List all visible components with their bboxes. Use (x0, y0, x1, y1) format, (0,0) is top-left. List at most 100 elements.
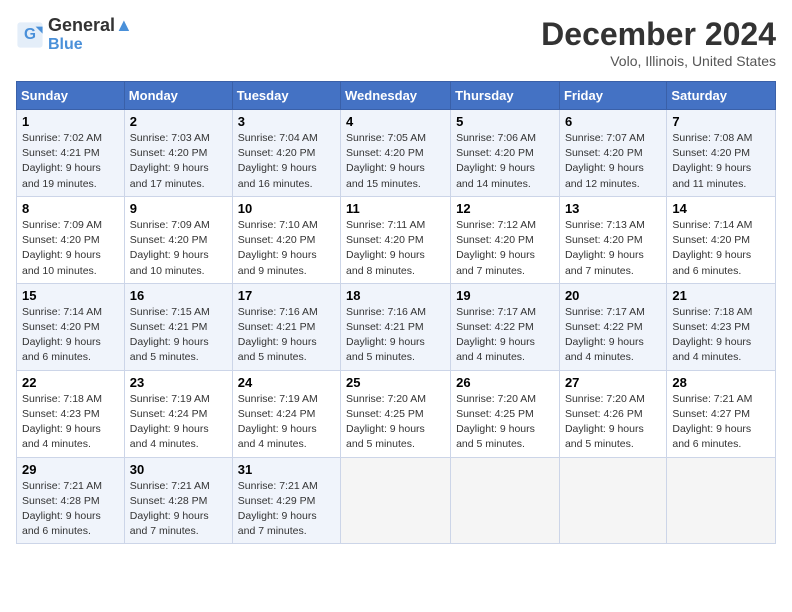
calendar-cell: 21Sunrise: 7:18 AMSunset: 4:23 PMDayligh… (667, 283, 776, 370)
day-number: 18 (346, 288, 445, 303)
day-info: Sunrise: 7:19 AMSunset: 4:24 PMDaylight:… (130, 392, 227, 453)
calendar-cell: 6 Sunrise: 7:07 AMSunset: 4:20 PMDaylight… (559, 110, 666, 197)
day-number: 12 (456, 201, 554, 216)
day-number: 19 (456, 288, 554, 303)
day-info: Sunrise: 7:21 AMSunset: 4:28 PMDaylight:… (130, 479, 227, 540)
day-info: Sunrise: 7:20 AMSunset: 4:25 PMDaylight:… (346, 392, 445, 453)
day-number: 11 (346, 201, 445, 216)
day-info: Sunrise: 7:16 AMSunset: 4:21 PMDaylight:… (346, 305, 445, 366)
day-info: Sunrise: 7:20 AMSunset: 4:25 PMDaylight:… (456, 392, 554, 453)
calendar-cell: 20Sunrise: 7:17 AMSunset: 4:22 PMDayligh… (559, 283, 666, 370)
col-header-sunday: Sunday (17, 82, 125, 110)
calendar-cell: 5 Sunrise: 7:06 AMSunset: 4:20 PMDaylight… (451, 110, 560, 197)
day-info: Sunrise: 7:18 AMSunset: 4:23 PMDaylight:… (22, 392, 119, 453)
calendar-cell: 13 Sunrise: 7:13 AMSunset: 4:20 PMDayligh… (559, 196, 666, 283)
day-number: 26 (456, 375, 554, 390)
calendar-cell: 11 Sunrise: 7:11 AMSunset: 4:20 PMDayligh… (341, 196, 451, 283)
day-number: 9 (130, 201, 227, 216)
header: G General▲ Blue December 2024 Volo, Illi… (16, 16, 776, 69)
day-number: 27 (565, 375, 661, 390)
day-info: Sunrise: 7:15 AMSunset: 4:21 PMDaylight:… (130, 305, 227, 366)
calendar-cell (559, 457, 666, 544)
calendar-cell: 7 Sunrise: 7:08 AMSunset: 4:20 PMDaylight… (667, 110, 776, 197)
day-number: 13 (565, 201, 661, 216)
day-number: 10 (238, 201, 335, 216)
day-number: 6 (565, 114, 661, 129)
day-info: Sunrise: 7:08 AMSunset: 4:20 PMDaylight:… (672, 131, 770, 192)
calendar-cell (451, 457, 560, 544)
calendar-cell: 15Sunrise: 7:14 AMSunset: 4:20 PMDayligh… (17, 283, 125, 370)
day-info: Sunrise: 7:18 AMSunset: 4:23 PMDaylight:… (672, 305, 770, 366)
day-number: 23 (130, 375, 227, 390)
month-title: December 2024 (541, 16, 776, 53)
day-info: Sunrise: 7:17 AMSunset: 4:22 PMDaylight:… (565, 305, 661, 366)
calendar-cell (341, 457, 451, 544)
col-header-saturday: Saturday (667, 82, 776, 110)
day-number: 4 (346, 114, 445, 129)
day-number: 16 (130, 288, 227, 303)
day-number: 1 (22, 114, 119, 129)
day-info: Sunrise: 7:12 AMSunset: 4:20 PMDaylight:… (456, 218, 554, 279)
day-info: Sunrise: 7:05 AMSunset: 4:20 PMDaylight:… (346, 131, 445, 192)
week-row-5: 29 Sunrise: 7:21 AMSunset: 4:28 PMDayligh… (17, 457, 776, 544)
calendar-cell: 27 Sunrise: 7:20 AMSunset: 4:26 PMDayligh… (559, 370, 666, 457)
calendar-table: SundayMondayTuesdayWednesdayThursdayFrid… (16, 81, 776, 544)
day-number: 5 (456, 114, 554, 129)
day-number: 29 (22, 462, 119, 477)
day-number: 3 (238, 114, 335, 129)
calendar-cell: 9 Sunrise: 7:09 AMSunset: 4:20 PMDaylight… (124, 196, 232, 283)
calendar-cell: 16 Sunrise: 7:15 AMSunset: 4:21 PMDayligh… (124, 283, 232, 370)
day-info: Sunrise: 7:11 AMSunset: 4:20 PMDaylight:… (346, 218, 445, 279)
col-header-wednesday: Wednesday (341, 82, 451, 110)
day-info: Sunrise: 7:09 AMSunset: 4:20 PMDaylight:… (130, 218, 227, 279)
col-header-monday: Monday (124, 82, 232, 110)
calendar-cell: 8Sunrise: 7:09 AMSunset: 4:20 PMDaylight… (17, 196, 125, 283)
day-info: Sunrise: 7:13 AMSunset: 4:20 PMDaylight:… (565, 218, 661, 279)
day-info: Sunrise: 7:14 AMSunset: 4:20 PMDaylight:… (22, 305, 119, 366)
calendar-cell (667, 457, 776, 544)
day-info: Sunrise: 7:21 AMSunset: 4:27 PMDaylight:… (672, 392, 770, 453)
day-info: Sunrise: 7:10 AMSunset: 4:20 PMDaylight:… (238, 218, 335, 279)
day-number: 14 (672, 201, 770, 216)
day-info: Sunrise: 7:16 AMSunset: 4:21 PMDaylight:… (238, 305, 335, 366)
calendar-cell: 25 Sunrise: 7:20 AMSunset: 4:25 PMDayligh… (341, 370, 451, 457)
day-info: Sunrise: 7:02 AMSunset: 4:21 PMDaylight:… (22, 131, 119, 192)
day-number: 17 (238, 288, 335, 303)
calendar-cell: 3 Sunrise: 7:04 AMSunset: 4:20 PMDaylight… (232, 110, 340, 197)
calendar-cell: 19 Sunrise: 7:17 AMSunset: 4:22 PMDayligh… (451, 283, 560, 370)
calendar-cell: 4 Sunrise: 7:05 AMSunset: 4:20 PMDaylight… (341, 110, 451, 197)
calendar-cell: 26 Sunrise: 7:20 AMSunset: 4:25 PMDayligh… (451, 370, 560, 457)
calendar-cell: 14 Sunrise: 7:14 AMSunset: 4:20 PMDayligh… (667, 196, 776, 283)
week-row-1: 1 Sunrise: 7:02 AMSunset: 4:21 PMDaylight… (17, 110, 776, 197)
day-info: Sunrise: 7:17 AMSunset: 4:22 PMDaylight:… (456, 305, 554, 366)
calendar-cell: 17 Sunrise: 7:16 AMSunset: 4:21 PMDayligh… (232, 283, 340, 370)
week-row-2: 8Sunrise: 7:09 AMSunset: 4:20 PMDaylight… (17, 196, 776, 283)
day-info: Sunrise: 7:04 AMSunset: 4:20 PMDaylight:… (238, 131, 335, 192)
calendar-cell: 24Sunrise: 7:19 AMSunset: 4:24 PMDayligh… (232, 370, 340, 457)
day-number: 7 (672, 114, 770, 129)
calendar-cell: 31Sunrise: 7:21 AMSunset: 4:29 PMDayligh… (232, 457, 340, 544)
day-info: Sunrise: 7:06 AMSunset: 4:20 PMDaylight:… (456, 131, 554, 192)
logo: G General▲ Blue (16, 16, 133, 53)
day-number: 31 (238, 462, 335, 477)
day-info: Sunrise: 7:07 AMSunset: 4:20 PMDaylight:… (565, 131, 661, 192)
day-info: Sunrise: 7:14 AMSunset: 4:20 PMDaylight:… (672, 218, 770, 279)
day-number: 25 (346, 375, 445, 390)
calendar-cell: 12 Sunrise: 7:12 AMSunset: 4:20 PMDayligh… (451, 196, 560, 283)
day-info: Sunrise: 7:03 AMSunset: 4:20 PMDaylight:… (130, 131, 227, 192)
day-number: 22 (22, 375, 119, 390)
logo-text: General▲ Blue (48, 16, 133, 53)
day-info: Sunrise: 7:09 AMSunset: 4:20 PMDaylight:… (22, 218, 119, 279)
day-info: Sunrise: 7:21 AMSunset: 4:28 PMDaylight:… (22, 479, 119, 540)
calendar-cell: 28Sunrise: 7:21 AMSunset: 4:27 PMDayligh… (667, 370, 776, 457)
week-row-4: 22 Sunrise: 7:18 AMSunset: 4:23 PMDayligh… (17, 370, 776, 457)
col-header-friday: Friday (559, 82, 666, 110)
calendar-cell: 29 Sunrise: 7:21 AMSunset: 4:28 PMDayligh… (17, 457, 125, 544)
day-number: 2 (130, 114, 227, 129)
calendar-cell: 23 Sunrise: 7:19 AMSunset: 4:24 PMDayligh… (124, 370, 232, 457)
location: Volo, Illinois, United States (541, 53, 776, 69)
col-header-thursday: Thursday (451, 82, 560, 110)
logo-icon: G (16, 21, 44, 49)
svg-text:G: G (24, 26, 36, 43)
day-info: Sunrise: 7:20 AMSunset: 4:26 PMDaylight:… (565, 392, 661, 453)
